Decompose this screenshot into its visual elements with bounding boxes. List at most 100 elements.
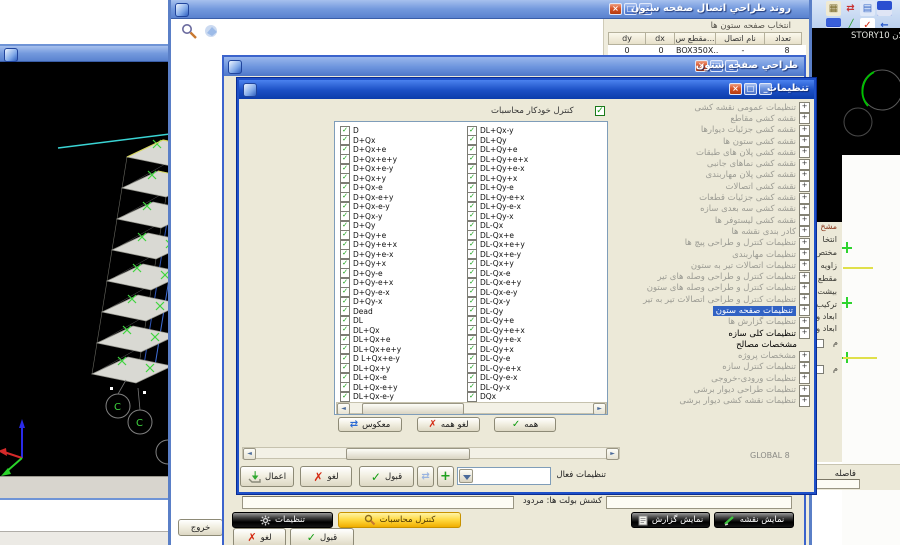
tree-item[interactable]: +تنظیمات نقشه کشی دیوار برشی [617, 396, 810, 407]
load-combo-item[interactable]: ✓D+Qx-e-y [340, 202, 401, 212]
load-combo-item[interactable]: ✓D+Qx+e [340, 145, 401, 155]
load-combos-listbox[interactable]: ✓D✓D+Qx✓D+Qx+e✓D+Qx+e+y✓D+Qx+e-y✓D+Qx+y✓… [334, 121, 608, 415]
load-combo-item[interactable]: ✓DL-Qy+e [467, 316, 528, 326]
move-arrows-icon[interactable]: ⇄ [843, 1, 858, 16]
cancel-button[interactable]: لغو✗ [300, 466, 352, 487]
checkbox-checked-icon[interactable]: ✓ [467, 297, 477, 307]
load-combo-item[interactable]: ✓DL+Qx-e-y [340, 392, 401, 402]
column-header[interactable]: ...مقطع س [675, 32, 716, 45]
cancel-button[interactable]: لغو✗ [233, 528, 286, 545]
load-combo-item[interactable]: ✓DL-Qx-y [467, 297, 528, 307]
load-combo-item[interactable]: ✓DL+Qx-e [340, 373, 401, 383]
checkbox-checked-icon[interactable]: ✓ [340, 344, 350, 354]
load-combo-item[interactable]: ✓DL-Qx+e+y [467, 240, 528, 250]
load-combo-item[interactable]: ✓DL+Qx-e+y [340, 383, 401, 393]
checkbox-checked-icon[interactable]: ✓ [467, 373, 477, 383]
load-combo-item[interactable]: ✓DL+Qy+e-x [467, 164, 528, 174]
expand-icon[interactable]: + [799, 147, 810, 158]
load-combo-item[interactable]: ✓D+Qx+e-y [340, 164, 401, 174]
expand-icon[interactable]: + [799, 102, 810, 113]
checkbox-checked-icon[interactable]: ✓ [340, 363, 350, 373]
model-3d-icon[interactable] [203, 23, 221, 40]
scroll-right-icon[interactable]: ► [593, 403, 606, 415]
check-all-button[interactable]: همه✓ [494, 417, 556, 432]
checkbox-checked-icon[interactable]: ✓ [340, 325, 350, 335]
uncheck-all-button[interactable]: لغو همه✗ [417, 417, 480, 432]
load-combo-item[interactable]: ✓DL+Qx+e+y [340, 345, 401, 355]
load-combo-item[interactable]: ✓D+Qx+y [340, 174, 401, 184]
load-combo-item[interactable]: ✓D+Qy-e-x [340, 288, 401, 298]
load-combo-item[interactable]: ✓D+Qx+e+y [340, 155, 401, 165]
column-header[interactable]: dx [646, 32, 675, 45]
checkbox-checked-icon[interactable]: ✓ [467, 126, 477, 136]
section-tool-icon[interactable]: ▦ [826, 1, 841, 16]
load-combo-item[interactable]: ✓DL-Qx-e-y [467, 288, 528, 298]
checkbox-checked-icon[interactable]: ✓ [340, 154, 350, 164]
expand-icon[interactable]: + [799, 249, 810, 260]
expand-icon[interactable]: + [799, 113, 810, 124]
tree-item[interactable]: +تنظیمات مهاربندی [617, 249, 810, 260]
tree-item[interactable]: +تنظیمات کنترل و طراحی وصله های ستون [617, 283, 810, 294]
load-combo-item[interactable]: ✓DL-Qx-e+y [467, 278, 528, 288]
load-combo-item[interactable]: ✓Dead [340, 307, 401, 317]
checkbox-checked-icon[interactable]: ✓ [467, 145, 477, 155]
checkbox-checked-icon[interactable]: ✓ [340, 354, 350, 364]
checkbox-checked-icon[interactable]: ✓ [467, 268, 477, 278]
load-combo-item[interactable]: ✓DL-Qy-e [467, 354, 528, 364]
load-combo-item[interactable]: ✓D+Qx-e+y [340, 193, 401, 203]
checkbox-checked-icon[interactable]: ✓ [340, 183, 350, 193]
load-combo-item[interactable]: ✓D+Qy+x [340, 259, 401, 269]
active-settings-combobox[interactable] [457, 467, 551, 485]
checkbox-checked-icon[interactable]: ✓ [467, 287, 477, 297]
checkbox-checked-icon[interactable]: ✓ [467, 183, 477, 193]
load-combo-item[interactable]: ✓DL-Qy-x [467, 383, 528, 393]
design-titlebar[interactable]: × □ _ طراحي صفحه ستون [224, 57, 804, 76]
scroll-thumb[interactable] [362, 403, 464, 415]
tree-item[interactable]: +نقشه کشی پلان مهاربندی [617, 170, 810, 181]
checkbox-checked-icon[interactable]: ✓ [340, 373, 350, 383]
tree-item[interactable]: +تنظیمات گزارش ها [617, 317, 810, 328]
load-combo-item[interactable]: ✓DL-Qx+y [467, 259, 528, 269]
expand-icon[interactable]: + [799, 362, 810, 373]
load-combo-item[interactable]: ✓DL-Qx-e [467, 269, 528, 279]
add-settings-button[interactable]: + [437, 466, 454, 487]
expand-icon[interactable]: + [799, 373, 810, 384]
expand-icon[interactable]: + [799, 272, 810, 283]
calc-control-button[interactable]: کنترل محاسبات [338, 512, 461, 528]
expand-icon[interactable]: + [799, 204, 810, 215]
tree-item[interactable]: +تنظیمات صفحه ستون [617, 305, 810, 316]
checkbox-checked-icon[interactable]: ✓ [340, 335, 350, 345]
connection-table-header[interactable]: dydx...مقطع سنام اتصالتعداد [608, 32, 806, 45]
exit-button[interactable]: خروج [178, 519, 223, 536]
viewer-titlebar[interactable] [0, 46, 170, 62]
checkbox-checked-icon[interactable]: ✓ [340, 240, 350, 250]
load-combo-item[interactable]: ✓D+Qy-x [340, 297, 401, 307]
checkbox-checked-icon[interactable]: ✓ [340, 278, 350, 288]
checkbox-checked-icon[interactable]: ✓ [467, 392, 477, 402]
accept-button[interactable]: قبول✓ [359, 466, 414, 487]
expand-icon[interactable]: + [799, 305, 810, 316]
expand-icon[interactable]: + [799, 159, 810, 170]
load-combo-item[interactable]: ✓DL-Qx+e [467, 231, 528, 241]
checkbox-checked-icon[interactable]: ✓ [467, 259, 477, 269]
expand-icon[interactable]: + [799, 136, 810, 147]
load-combo-item[interactable]: ✓D L+Qx+e-y [340, 354, 401, 364]
tree-item[interactable]: +نقشه کشی پلان های طبقات [617, 147, 810, 158]
checkbox-checked-icon[interactable]: ✓ [340, 382, 350, 392]
load-combo-item[interactable]: ✓DL+Qy-e [467, 183, 528, 193]
load-combo-item[interactable]: ✓D+Qy+e-x [340, 250, 401, 260]
checkbox-checked-icon[interactable]: ✓ [467, 278, 477, 288]
load-combo-item[interactable]: ✓DL+Qy+e [467, 145, 528, 155]
checkbox-checked-icon[interactable]: ✓ [340, 221, 350, 231]
close-icon[interactable]: × [609, 3, 622, 15]
expand-icon[interactable]: + [799, 226, 810, 237]
expand-icon[interactable]: + [799, 351, 810, 362]
load-combo-item[interactable]: ✓DL+Qy-e+x [467, 193, 528, 203]
checkbox-checked-icon[interactable]: ✓ [340, 135, 350, 145]
checkbox-checked-icon[interactable]: ✓ [467, 211, 477, 221]
checkbox-checked-icon[interactable]: ✓ [467, 335, 477, 345]
load-combo-item[interactable]: ✓DL-Qx [467, 221, 528, 231]
tree-item[interactable]: +تنظیمات عمومی نقشه کشی [617, 102, 810, 113]
invert-selection-button[interactable]: معکوس⇄ [338, 417, 402, 432]
load-combo-item[interactable]: ✓DL+Qy-x [467, 212, 528, 222]
